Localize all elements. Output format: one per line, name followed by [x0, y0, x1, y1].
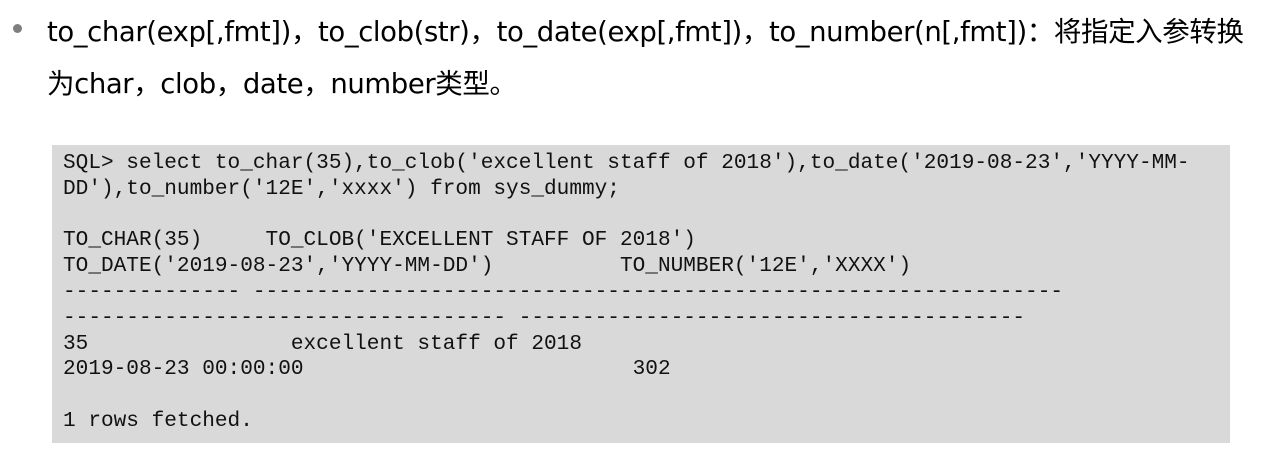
code-line: TO_DATE('2019-08-23','YYYY-MM-DD') TO_NU… [63, 254, 912, 279]
code-panel: SQL> select to_char(35),to_clob('excelle… [52, 145, 1230, 443]
code-line: 2019-08-23 00:00:00 302 [63, 357, 671, 382]
code-line: 35 excellent staff of 2018 [63, 331, 582, 356]
code-line: SQL> select to_char(35),to_clob('excelle… [63, 151, 1190, 175]
code-block: SQL> select to_char(35),to_clob('excelle… [63, 151, 1220, 435]
bullet-text: to_char(exp[,fmt])，to_clob(str)，to_date(… [47, 16, 1244, 100]
bullet-dot [13, 24, 22, 33]
code-line: ----------------------------------- ----… [63, 305, 1026, 330]
code-line: 1 rows fetched. [63, 408, 253, 433]
code-line: -------------- -------------------------… [63, 279, 1064, 304]
code-line: TO_CHAR(35) TO_CLOB('EXCELLENT STAFF OF … [63, 228, 696, 253]
code-line: DD'),to_number('12E','xxxx') from sys_du… [63, 176, 620, 201]
